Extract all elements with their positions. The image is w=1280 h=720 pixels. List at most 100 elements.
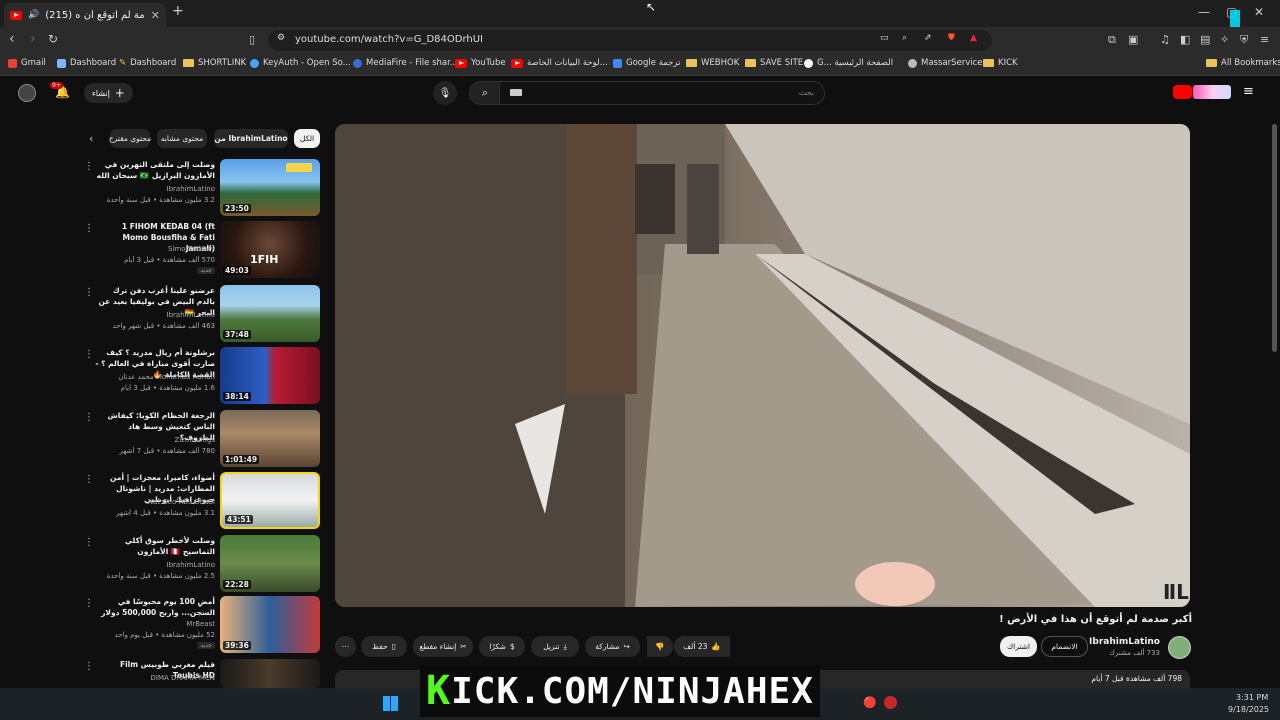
bookmark-massar[interactable]: MassarService [908,58,983,68]
sidebar-icon[interactable]: ◧ [1180,33,1190,46]
video-thumbnail[interactable]: 1:01:49 [220,410,320,467]
guide-menu-icon[interactable]: ≡ [1243,84,1254,99]
wallet-icon[interactable]: ▤ [1200,33,1210,46]
more-actions-button[interactable]: ⋯ [335,636,356,657]
list-item[interactable]: ⋮ عرضنو علينا أغرب دفن ترك بالدم البيض ف… [84,285,320,343]
chips-prev-icon[interactable]: ‹ [89,132,93,145]
bookmark-keyauth[interactable]: KeyAuth - Open So... [250,58,351,68]
zoom-icon[interactable]: ⌕ [902,33,907,43]
site-info-icon[interactable]: ⚙ [277,33,285,43]
rewards-icon[interactable]: ▲ [970,33,977,43]
bookmark-kick[interactable]: KICK [983,58,1018,68]
video-thumbnail[interactable]: 37:48 [220,285,320,342]
bookmark-all[interactable]: All Bookmarks [1206,58,1280,68]
video-thumbnail[interactable]: 23:50 [220,159,320,216]
video-meta: 570 ألف مشاهدة • قبل 3 أيام [124,256,215,264]
video-thumbnail[interactable]: 38:14 [220,347,320,404]
tab-search-icon[interactable]: ▣ [1128,33,1138,46]
search-input[interactable]: بحث [499,81,825,105]
video-thumbnail[interactable]: 1FIH 49:03 [220,221,320,278]
media-icon[interactable]: ♫ [1160,33,1170,46]
download-button[interactable]: تنزيل ⤓ [531,636,579,657]
list-item[interactable]: ⋮ أضواء، كاميرا، معجزات | أمن المطارات: … [84,472,320,530]
video-thumbnail[interactable] [220,659,320,689]
leo-icon[interactable]: ✧ [1220,33,1229,46]
like-button[interactable]: 23 ألف 👍 [674,636,730,657]
extensions-icon[interactable]: ⧉ [1108,33,1116,47]
list-item[interactable]: ⋮ وصلت لأخطر سوق أكلي الثماسيح 🇵🇪 الأماز… [84,535,320,593]
more-options-icon[interactable]: ⋮ [84,537,94,548]
more-options-icon[interactable]: ⋮ [84,598,94,609]
more-options-icon[interactable]: ⋮ [84,474,94,485]
video-thumbnail[interactable]: 43:51 [220,472,320,529]
taskbar-app-icon[interactable]: 🔴 [863,696,877,709]
subscribe-button[interactable]: اشتراك [1000,636,1037,657]
bookmark-mediafire[interactable]: MediaFire - File shar... [353,58,458,68]
voice-search-button[interactable]: 🎙 [433,81,457,105]
menu-icon[interactable]: ≡ [1260,33,1269,46]
bookmark-page-icon[interactable]: ▯ [249,33,255,46]
create-button[interactable]: إنشاء + [84,83,133,103]
channel-name-main[interactable]: IbrahimLatino [1080,637,1160,647]
close-window-icon[interactable]: ✕ [1254,5,1264,19]
minimize-icon[interactable]: — [1198,5,1210,19]
chip-more[interactable]: محتوى مقترح [109,129,151,148]
page-scrollbar[interactable] [1272,124,1277,352]
list-item[interactable]: ⋮ الرجعة الحظام الكوبا: كيفاش الناس كتعي… [84,410,320,468]
save-button[interactable]: حفظ ▯ [361,636,407,657]
bookmark-shortlink[interactable]: SHORTLINK [183,58,246,68]
clip-button[interactable]: إنشاء مقطع ✂ [413,636,473,657]
bookmark-youtube[interactable]: YouTube [455,58,506,68]
save-icon: ▯ [391,642,396,651]
bookmark-label: SAVE SITE [760,58,804,68]
video-thumbnail[interactable]: 22:28 [220,535,320,592]
list-item[interactable]: ⋮ 1 FIHOM KEDAB 04 (ft Momo Bousfiha & F… [84,221,320,279]
cast-icon[interactable]: ▭ [880,33,889,43]
reload-icon[interactable]: ↻ [48,32,58,46]
list-item[interactable]: ⋮ برشلونة أم ريال مدريد ؟ كيف صارت أقوى … [84,347,320,405]
more-options-icon[interactable]: ⋮ [84,412,94,423]
channel-avatar[interactable] [1168,636,1191,659]
more-options-icon[interactable]: ⋮ [84,349,94,360]
more-options-icon[interactable]: ⋮ [84,223,94,234]
bookmark-translate[interactable]: Google ترجمة [613,58,680,68]
bookmark-webhok[interactable]: WEBHOK [686,58,739,68]
chip-all[interactable]: الكل [294,129,320,148]
more-options-icon[interactable]: ⋮ [84,661,94,672]
list-item[interactable]: ⋮ وصلت إلى ملتقى النهرين في الأمازون الب… [84,159,320,217]
url-field[interactable]: ⚙ youtube.com/watch?v=G_D84ODrhUI ▭ ⌕ ⇗ … [268,30,992,51]
bookmark-google-home[interactable]: G... الصفحة الرئيسية [804,58,893,68]
dislike-button[interactable]: 👎 [647,636,673,657]
bookmark-dashboard-2[interactable]: ✎ Dashboard [119,58,176,68]
back-icon[interactable]: ‹ [9,31,15,47]
bookmark-gmail[interactable]: Gmail [8,58,46,68]
chip-from-channel[interactable]: من IbrahimLatino [214,129,288,148]
video-thumbnail[interactable]: 39:36 [220,596,320,653]
bookmark-save-site[interactable]: SAVE SITE [745,58,803,68]
list-item[interactable]: ⋮ فيلم مغربي طوبيس Film Toubis HD DIMA D… [84,659,320,689]
youtube-logo-icon[interactable] [1173,85,1192,99]
windows-start-icon[interactable] [383,696,398,711]
chip-related[interactable]: محتوى مشابه [157,129,207,148]
share-button[interactable]: مشاركة ↪ [585,636,640,657]
forward-icon[interactable]: › [30,31,36,47]
keyboard-icon[interactable] [510,89,522,96]
browser-tab[interactable]: 🔊 (215) أكبر صدمة لم أتوقع أن ه... ✕ [4,3,166,27]
bookmark-studio[interactable]: لوحة البيانات الخاصة... [511,58,608,68]
speaker-icon[interactable]: 🔊 [28,10,39,20]
new-tab-icon[interactable]: + [172,3,184,19]
taskbar-app-icon-2[interactable] [884,696,897,709]
avatar[interactable] [18,84,36,102]
brave-shield-icon[interactable]: ⛊ [948,33,955,43]
video-player[interactable]: ⅡL [335,124,1190,607]
more-options-icon[interactable]: ⋮ [84,161,94,172]
close-tab-icon[interactable]: ✕ [151,9,160,22]
thanks-button[interactable]: شكرًا $ [479,636,525,657]
search-button[interactable]: ⌕ [469,81,500,105]
bookmark-dashboard-1[interactable]: Dashboard [57,58,116,68]
vpn-icon[interactable]: ⛨ [1240,33,1248,47]
share-icon[interactable]: ⇗ [924,33,932,43]
join-button[interactable]: الانضمام [1041,636,1088,657]
more-options-icon[interactable]: ⋮ [84,287,94,298]
list-item[interactable]: ⋮ أمضِ 100 يوم محبوسًا في السجن... واربح… [84,596,320,654]
